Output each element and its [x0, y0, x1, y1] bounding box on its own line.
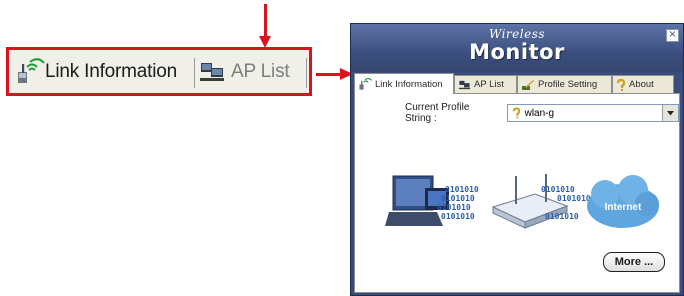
more-button[interactable]: More ... — [603, 252, 665, 272]
zoom-tab-link-information[interactable]: Link Information — [15, 56, 177, 88]
zoom-tab-ap-list[interactable]: AP List — [199, 56, 290, 88]
laptop-icon — [385, 175, 449, 226]
app-title-monitor: Monitor — [469, 40, 565, 64]
app-title: Wireless Monitor — [351, 28, 683, 64]
callout-arrow-down — [264, 4, 267, 38]
binary-text: 0101010 — [441, 194, 475, 203]
internet-label: Internet — [605, 202, 642, 213]
dropdown-button[interactable] — [662, 105, 678, 121]
zoom-tab-ap-list-label: AP List — [231, 61, 290, 82]
tab-ap-list[interactable]: AP List — [454, 75, 517, 93]
profile-select-value: wlan-g — [524, 107, 555, 119]
current-profile-label: Current Profile String : — [405, 102, 470, 124]
close-icon: × — [668, 29, 677, 40]
profile-key-icon — [512, 107, 520, 119]
link-information-panel: Current Profile String : wlan-g 0101010 … — [354, 93, 680, 293]
connection-illustration: 0101010 0101010 0101010 0101010 0101010 … — [385, 174, 659, 229]
callout-arrow-right — [316, 73, 342, 76]
binary-text: 0101010 — [437, 203, 471, 212]
tab-link-information[interactable]: Link Information — [354, 73, 454, 94]
wireless-monitor-window: Wireless Monitor × Link Information AP L… — [350, 23, 684, 296]
binary-text: 0101010 — [557, 194, 591, 203]
tab-bar: Link Information AP List Profile Setting — [354, 73, 680, 94]
tab-divider — [194, 58, 195, 88]
profile-setting-icon — [522, 79, 534, 90]
binary-text: 0101010 — [445, 185, 479, 194]
tab-link-information-label: Link Information — [375, 78, 443, 90]
tab-about[interactable]: About — [612, 75, 674, 93]
internet-cloud-icon: Internet — [587, 175, 659, 228]
zoomed-tab-strip: Link Information AP List — [6, 47, 312, 96]
tab-divider — [306, 58, 307, 88]
chevron-down-icon — [667, 110, 674, 115]
link-information-icon — [18, 58, 45, 83]
tab-profile-setting[interactable]: Profile Setting — [517, 75, 612, 93]
binary-text: 0101010 — [545, 212, 579, 221]
link-information-icon — [359, 77, 372, 90]
close-button[interactable]: × — [666, 29, 679, 42]
tab-ap-list-label: AP List — [474, 79, 504, 90]
tab-about-label: About — [629, 79, 654, 90]
ap-list-icon — [200, 63, 224, 81]
title-bar: Wireless Monitor × — [351, 24, 683, 72]
tab-profile-setting-label: Profile Setting — [538, 79, 598, 90]
profile-select[interactable]: wlan-g — [506, 104, 679, 122]
ap-list-icon — [458, 80, 471, 89]
binary-text: 0101010 — [441, 212, 475, 221]
profile-row: Current Profile String : wlan-g — [405, 102, 679, 124]
about-icon — [616, 78, 626, 91]
binary-text: 0101010 — [541, 185, 575, 194]
zoom-tab-link-information-label: Link Information — [45, 61, 177, 82]
